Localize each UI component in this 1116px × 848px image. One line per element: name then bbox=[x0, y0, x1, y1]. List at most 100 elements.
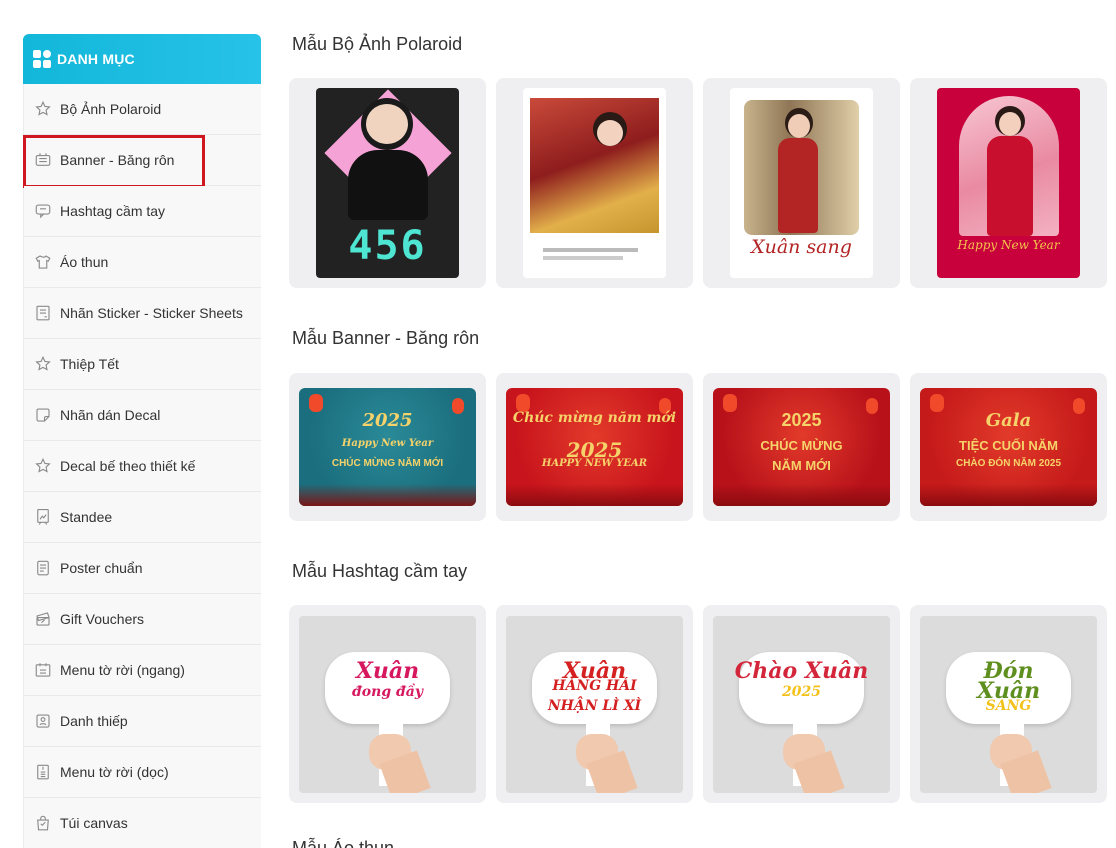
banner-card-text: 2025 bbox=[362, 410, 413, 431]
banner-card-text: CHÚC MỪNG NĂM MỚI bbox=[331, 458, 444, 469]
grid-icon bbox=[33, 50, 51, 68]
hashtag-card-text: HÁNG HÁI bbox=[552, 677, 637, 694]
sidebar-item-label: Thiệp Tết bbox=[60, 356, 119, 372]
sidebar-item-thiep-tet[interactable]: Thiệp Tết bbox=[24, 339, 261, 390]
section-title-hashtag: Mẫu Hashtag cầm tay bbox=[292, 561, 468, 581]
sidebar-item-gift-vouchers[interactable]: Gift Vouchers bbox=[24, 594, 261, 645]
banner-card-text: HAPPY NEW YEAR bbox=[541, 458, 648, 469]
sticker-sheet-icon bbox=[34, 304, 52, 322]
sidebar-item-nhan-sticker-sticker-sheets[interactable]: Nhãn Sticker - Sticker Sheets bbox=[24, 288, 261, 339]
hashtag-thumbnail: Xuân đong đầy bbox=[299, 615, 476, 793]
polaroid-thumbnail bbox=[523, 88, 666, 278]
banner-card-text: Gala bbox=[985, 410, 1032, 431]
sidebar-item-label: Bộ Ảnh Polaroid bbox=[60, 101, 162, 117]
banner-thumbnail: 2025 Happy New Year CHÚC MỪNG NĂM MỚI bbox=[299, 388, 476, 506]
banner-card-text: NĂM MỚI bbox=[772, 458, 831, 473]
banner-card-text: CHÀO ĐÓN NĂM 2025 bbox=[955, 458, 1062, 469]
sidebar-item-label: Danh thiếp bbox=[60, 713, 128, 729]
banner-card[interactable]: Chúc mừng năm mới 2025 HAPPY NEW YEAR bbox=[496, 373, 693, 521]
polaroid-card-text: 456 bbox=[348, 223, 427, 269]
section-title-polaroid: Mẫu Bộ Ảnh Polaroid bbox=[292, 34, 463, 54]
hashtag-card-text: Xuân bbox=[355, 657, 420, 684]
banner-card-text: CHÚC MỪNG bbox=[760, 438, 843, 453]
menu-vertical-icon bbox=[34, 763, 52, 781]
sidebar-item-label: Menu tờ rời (dọc) bbox=[60, 764, 169, 780]
hashtag-thumbnail: Chào Xuân 2025 bbox=[713, 615, 890, 793]
banner-thumbnail: Chúc mừng năm mới 2025 HAPPY NEW YEAR bbox=[506, 388, 683, 506]
sidebar-item-nhan-dan-decal[interactable]: Nhãn dán Decal bbox=[24, 390, 261, 441]
polaroid-row: 456 Xuân sang Happy New Year bbox=[289, 78, 1116, 288]
sidebar-item-label: Áo thun bbox=[60, 254, 109, 270]
banner-thumbnail: 2025 CHÚC MỪNG NĂM MỚI bbox=[713, 388, 890, 506]
section-title-tshirt: Mẫu Áo thun bbox=[292, 838, 395, 848]
sidebar-item-label: Nhãn Sticker - Sticker Sheets bbox=[60, 305, 243, 321]
category-header-label: DANH MỤC bbox=[57, 51, 135, 67]
poster-icon bbox=[34, 559, 52, 577]
star-icon bbox=[34, 457, 52, 475]
sidebar-item-standee[interactable]: Standee bbox=[24, 492, 261, 543]
hashtag-card[interactable]: Chào Xuân 2025 bbox=[703, 605, 900, 803]
sidebar-item-hashtag-cam-tay[interactable]: Hashtag cầm tay bbox=[24, 186, 261, 237]
polaroid-card[interactable]: 456 bbox=[289, 78, 486, 288]
sidebar-item-label: Gift Vouchers bbox=[60, 611, 145, 627]
category-sidebar: DANH MỤC Bộ Ảnh Polaroid Banner - Băng rô… bbox=[23, 34, 261, 848]
banner-icon bbox=[34, 151, 52, 169]
sidebar-item-label: Poster chuẩn bbox=[60, 560, 143, 576]
sidebar-item-label: Banner - Băng rôn bbox=[60, 152, 175, 168]
hashtag-card-text: 2025 bbox=[782, 683, 821, 700]
sidebar-item-menu-to-roi-ngang[interactable]: Menu tờ rời (ngang) bbox=[24, 645, 261, 696]
hashtag-card[interactable]: Xuân đong đầy bbox=[289, 605, 486, 803]
sidebar-item-menu-to-roi-doc[interactable]: Menu tờ rời (dọc) bbox=[24, 747, 261, 798]
sidebar-item-danh-thiep[interactable]: Danh thiếp bbox=[24, 696, 261, 747]
category-header: DANH MỤC bbox=[23, 34, 261, 84]
hashtag-row: Xuân đong đầy Xuân HÁNG HÁI NHẬN LÌ XÌ Chào X… bbox=[289, 605, 1116, 803]
sidebar-item-label: Menu tờ rời (ngang) bbox=[60, 662, 185, 678]
sidebar-item-label: Nhãn dán Decal bbox=[60, 407, 161, 423]
sidebar-item-label: Decal bế theo thiết kế bbox=[60, 458, 196, 474]
sidebar-item-tui-canvas[interactable]: Túi canvas bbox=[24, 798, 261, 848]
banner-card-text: TIỆC CUỐI NĂM bbox=[959, 438, 1058, 453]
banner-card[interactable]: Gala TIỆC CUỐI NĂM CHÀO ĐÓN NĂM 2025 bbox=[910, 373, 1107, 521]
standee-icon bbox=[34, 508, 52, 526]
sidebar-item-label: Hashtag cầm tay bbox=[60, 203, 166, 219]
hashtag-card-text: NHẬN LÌ XÌ bbox=[547, 697, 642, 714]
banner-card-text: Chúc mừng năm mới bbox=[512, 410, 677, 426]
polaroid-thumbnail: Happy New Year bbox=[937, 88, 1080, 278]
decal-icon bbox=[34, 406, 52, 424]
polaroid-thumbnail: Xuân sang bbox=[730, 88, 873, 278]
banner-card[interactable]: 2025 Happy New Year CHÚC MỪNG NĂM MỚI bbox=[289, 373, 486, 521]
polaroid-card[interactable]: Xuân sang bbox=[703, 78, 900, 288]
speech-bubble-icon bbox=[34, 202, 52, 220]
polaroid-thumbnail: 456 bbox=[316, 88, 459, 278]
polaroid-card-text: Xuân sang bbox=[751, 236, 852, 258]
banner-card-text: 2025 bbox=[781, 410, 822, 430]
menu-horizontal-icon bbox=[34, 661, 52, 679]
banner-row: 2025 Happy New Year CHÚC MỪNG NĂM MỚI Chúc … bbox=[289, 373, 1116, 521]
banner-card-text: Happy New Year bbox=[341, 438, 434, 449]
business-card-icon bbox=[34, 712, 52, 730]
category-list: Bộ Ảnh Polaroid Banner - Băng rôn Hashtag … bbox=[23, 84, 261, 848]
sidebar-item-bo-anh-polaroid[interactable]: Bộ Ảnh Polaroid bbox=[24, 84, 261, 135]
sidebar-item-label: Túi canvas bbox=[60, 815, 128, 831]
polaroid-card[interactable]: Happy New Year bbox=[910, 78, 1107, 288]
tshirt-icon bbox=[34, 253, 52, 271]
hashtag-card-text: SANG bbox=[985, 697, 1032, 714]
star-icon bbox=[34, 100, 52, 118]
banner-thumbnail: Gala TIỆC CUỐI NĂM CHÀO ĐÓN NĂM 2025 bbox=[920, 388, 1097, 506]
hashtag-card-text: Chào Xuân bbox=[734, 657, 869, 684]
voucher-icon bbox=[34, 610, 52, 628]
section-title-banner: Mẫu Banner - Băng rôn bbox=[292, 328, 480, 348]
sidebar-item-label: Standee bbox=[60, 509, 113, 525]
banner-card[interactable]: 2025 CHÚC MỪNG NĂM MỚI bbox=[703, 373, 900, 521]
polaroid-card-text: Happy New Year bbox=[957, 238, 1060, 252]
hashtag-thumbnail: Xuân HÁNG HÁI NHẬN LÌ XÌ bbox=[506, 615, 683, 793]
polaroid-card[interactable] bbox=[496, 78, 693, 288]
sidebar-item-poster-chuan[interactable]: Poster chuẩn bbox=[24, 543, 261, 594]
bag-icon bbox=[34, 814, 52, 832]
sidebar-item-decal-be-theo-thiet-ke[interactable]: Decal bế theo thiết kế bbox=[24, 441, 261, 492]
hashtag-card[interactable]: Đón Xuân SANG bbox=[910, 605, 1107, 803]
sidebar-item-ao-thun[interactable]: Áo thun bbox=[24, 237, 261, 288]
hashtag-card[interactable]: Xuân HÁNG HÁI NHẬN LÌ XÌ bbox=[496, 605, 693, 803]
hashtag-thumbnail: Đón Xuân SANG bbox=[920, 615, 1097, 793]
sidebar-item-banner-bang-ron[interactable]: Banner - Băng rôn bbox=[23, 135, 261, 188]
